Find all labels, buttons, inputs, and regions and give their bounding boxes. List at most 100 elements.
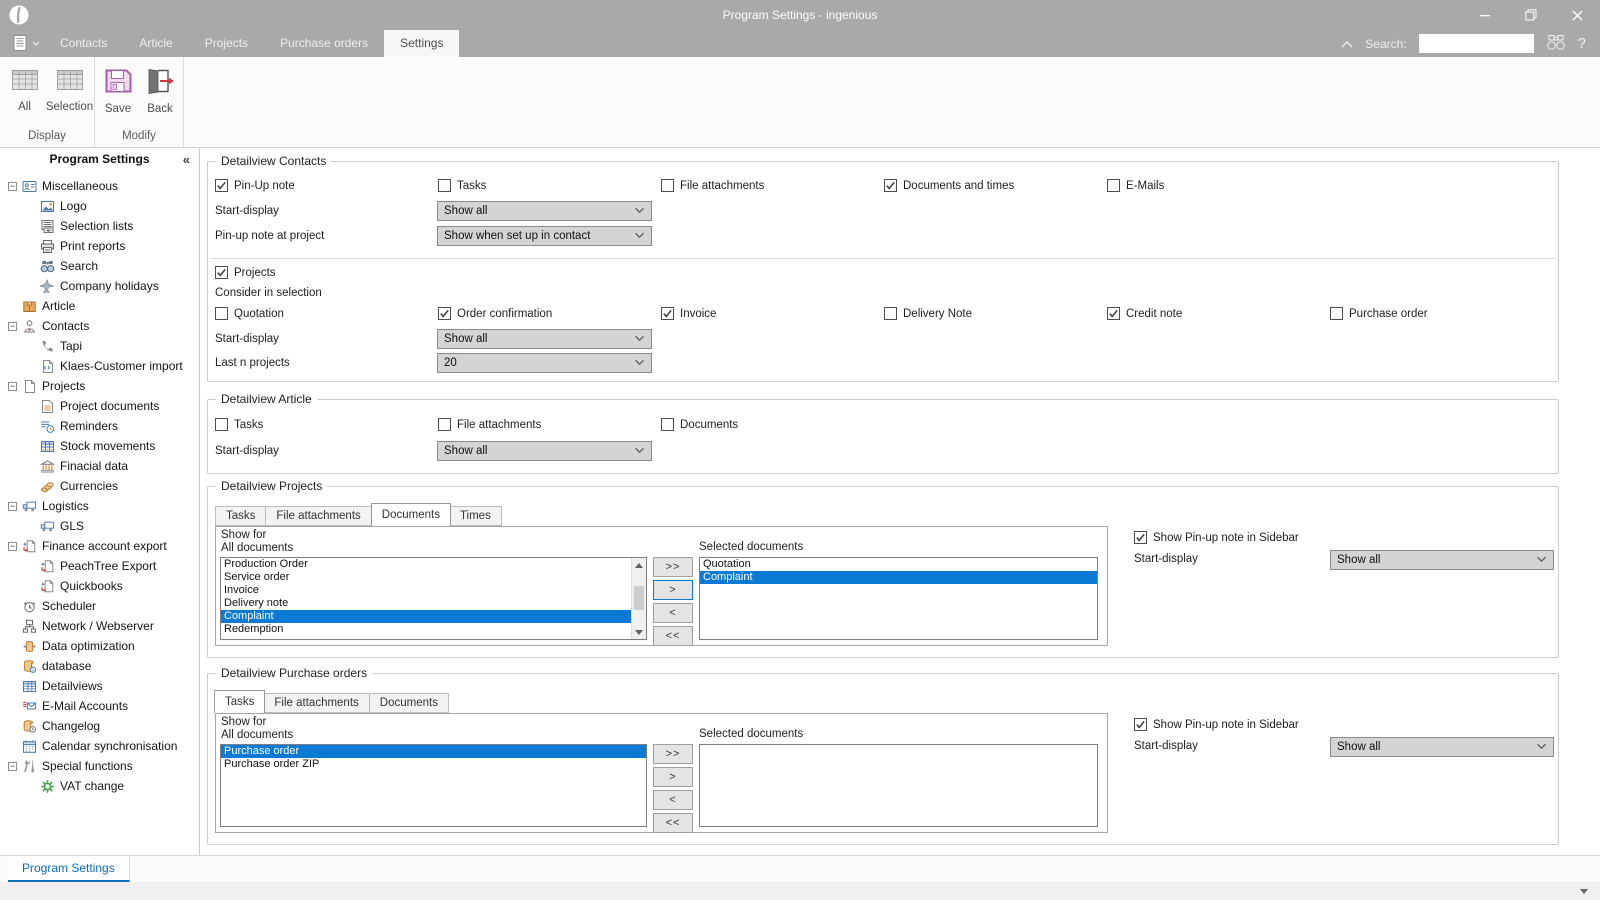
sidebar-item-logistics[interactable]: −Logistics (0, 496, 199, 516)
sidebar-collapse-icon[interactable]: « (183, 148, 190, 171)
all-button[interactable]: All (2, 59, 47, 127)
checkbox-order-confirmation[interactable]: Order confirmation (438, 306, 661, 321)
list-option-production-order[interactable]: Production Order (221, 558, 631, 571)
checkbox-invoice[interactable]: Invoice (661, 306, 884, 321)
projects-start-display-dropdown[interactable]: Show all (437, 329, 652, 349)
projects-sidebar-start-display-dropdown[interactable]: Show all (1330, 550, 1554, 570)
scroll-up-icon[interactable] (632, 558, 646, 572)
checkbox-e-mails[interactable]: E-Mails (1107, 178, 1330, 193)
move-right-button[interactable]: > (653, 767, 693, 787)
checkbox-pin-up-note[interactable]: Pin-Up note (215, 178, 438, 193)
sidebar-item-projects[interactable]: −Projects (0, 376, 199, 396)
tab-tasks[interactable]: Tasks (214, 690, 265, 713)
list-option-redemption[interactable]: Redemption (221, 623, 631, 636)
purchase-sidebar-start-display-dropdown[interactable]: Show all (1330, 737, 1554, 757)
move-left-button[interactable]: < (653, 603, 693, 623)
tree-collapse-icon[interactable]: − (8, 542, 17, 551)
menu-tab-contacts[interactable]: Contacts (44, 30, 123, 57)
tab-overflow-dropdown-icon[interactable] (1580, 889, 1588, 894)
tab-file-attachments[interactable]: File attachments (264, 693, 369, 713)
tree-collapse-icon[interactable]: − (8, 502, 17, 511)
scroll-down-icon[interactable] (632, 625, 646, 639)
list-option-purchase-order[interactable]: Purchase order (221, 745, 646, 758)
checkbox-tasks[interactable]: Tasks (215, 417, 438, 432)
list-option-delivery-note[interactable]: Delivery note (221, 597, 631, 610)
sidebar-item-peachtree-export[interactable]: PeachTree Export (0, 556, 199, 576)
sidebar-item-special-functions[interactable]: −Special functions (0, 756, 199, 776)
bottom-tab-program-settings[interactable]: Program Settings (8, 856, 130, 882)
menu-tab-article[interactable]: Article (123, 30, 188, 57)
minimize-button[interactable] (1462, 0, 1508, 30)
sidebar-item-data-optimization[interactable]: Data optimization (0, 636, 199, 656)
sidebar-item-changelog[interactable]: Changelog (0, 716, 199, 736)
sidebar-item-currencies[interactable]: Currencies (0, 476, 199, 496)
vertical-scrollbar[interactable] (631, 558, 646, 639)
sidebar-item-scheduler[interactable]: Scheduler (0, 596, 199, 616)
start-display-dropdown[interactable]: Show all (437, 201, 652, 221)
sidebar-item-contacts[interactable]: −Contacts (0, 316, 199, 336)
sidebar-item-tapi[interactable]: Tapi (0, 336, 199, 356)
sidebar-item-project-documents[interactable]: Project documents (0, 396, 199, 416)
collapse-ribbon-icon[interactable] (1341, 37, 1353, 51)
sidebar-item-search[interactable]: Search (0, 256, 199, 276)
checkbox-documents-and-times[interactable]: Documents and times (884, 178, 1107, 193)
checkbox-tasks[interactable]: Tasks (438, 178, 661, 193)
tree-collapse-icon[interactable]: − (8, 322, 17, 331)
last-n-projects-dropdown[interactable]: 20 (437, 353, 652, 373)
menu-tab-settings[interactable]: Settings (384, 30, 459, 57)
menu-tab-projects[interactable]: Projects (189, 30, 264, 57)
checkbox-quotation[interactable]: Quotation (215, 306, 438, 321)
tab-times[interactable]: Times (450, 506, 502, 526)
move-all-left-button[interactable]: << (653, 626, 693, 646)
sidebar-item-quickbooks[interactable]: Quickbooks (0, 576, 199, 596)
checkbox-purchase-order[interactable]: Purchase order (1330, 306, 1553, 321)
list-option-service-order[interactable]: Service order (221, 571, 631, 584)
sidebar-item-e-mail-accounts[interactable]: E-Mail Accounts (0, 696, 199, 716)
sidebar-item-stock-movements[interactable]: Stock movements (0, 436, 199, 456)
sidebar-item-vat-change[interactable]: VAT change (0, 776, 199, 796)
tab-file-attachments[interactable]: File attachments (266, 506, 371, 526)
tab-documents[interactable]: Documents (371, 503, 451, 526)
sidebar-item-reminders[interactable]: Reminders (0, 416, 199, 436)
sidebar-item-database[interactable]: database (0, 656, 199, 676)
sidebar-item-miscellaneous[interactable]: −Miscellaneous (0, 176, 199, 196)
checkbox-projects[interactable]: Projects (215, 265, 438, 280)
list-option-complaint[interactable]: Complaint (221, 610, 631, 623)
selection-button[interactable]: Selection (47, 59, 92, 127)
close-button[interactable] (1554, 0, 1600, 30)
all-documents-listbox[interactable]: Production OrderService orderInvoiceDeli… (220, 557, 647, 640)
list-option-invoice[interactable]: Invoice (221, 584, 631, 597)
selected-documents-listbox[interactable]: QuotationComplaint (699, 557, 1098, 640)
sidebar-item-calendar-synchronisation[interactable]: Calendar synchronisation (0, 736, 199, 756)
checkbox-credit-note[interactable]: Credit note (1107, 306, 1330, 321)
move-all-left-button[interactable]: << (653, 813, 693, 833)
checkbox-file-attachments[interactable]: File attachments (438, 417, 661, 432)
maximize-button[interactable] (1508, 0, 1554, 30)
save-button[interactable]: Save (97, 59, 139, 127)
tab-documents[interactable]: Documents (370, 693, 449, 713)
menu-tab-purchase-orders[interactable]: Purchase orders (264, 30, 384, 57)
move-all-right-button[interactable]: >> (653, 744, 693, 764)
article-start-display-dropdown[interactable]: Show all (437, 441, 652, 461)
tree-collapse-icon[interactable]: − (8, 182, 17, 191)
help-icon[interactable]: ? (1578, 35, 1586, 52)
checkbox-file-attachments[interactable]: File attachments (661, 178, 884, 193)
list-option-complaint[interactable]: Complaint (700, 571, 1097, 584)
list-option-quotation[interactable]: Quotation (700, 558, 1097, 571)
sidebar-item-logo[interactable]: Logo (0, 196, 199, 216)
sidebar-item-gls[interactable]: GLS (0, 516, 199, 536)
app-menu-icon[interactable] (12, 34, 40, 52)
sidebar-item-detailviews[interactable]: Detailviews (0, 676, 199, 696)
checkbox-documents[interactable]: Documents (661, 417, 884, 432)
list-option-purchase-order-zip[interactable]: Purchase order ZIP (221, 758, 646, 771)
sidebar-item-article[interactable]: Article (0, 296, 199, 316)
sidebar-item-finance-account-export[interactable]: −Finance account export (0, 536, 199, 556)
all-documents-listbox[interactable]: Purchase orderPurchase order ZIP (220, 744, 647, 827)
search-binoculars-icon[interactable] (1546, 34, 1566, 54)
search-input[interactable] (1419, 34, 1534, 53)
tab-tasks[interactable]: Tasks (215, 506, 266, 526)
checkbox-show-pin-up-note-in-sidebar[interactable]: Show Pin-up note in Sidebar (1134, 530, 1384, 545)
sidebar-item-company-holidays[interactable]: Company holidays (0, 276, 199, 296)
move-right-button[interactable]: > (653, 580, 693, 600)
move-all-right-button[interactable]: >> (653, 557, 693, 577)
